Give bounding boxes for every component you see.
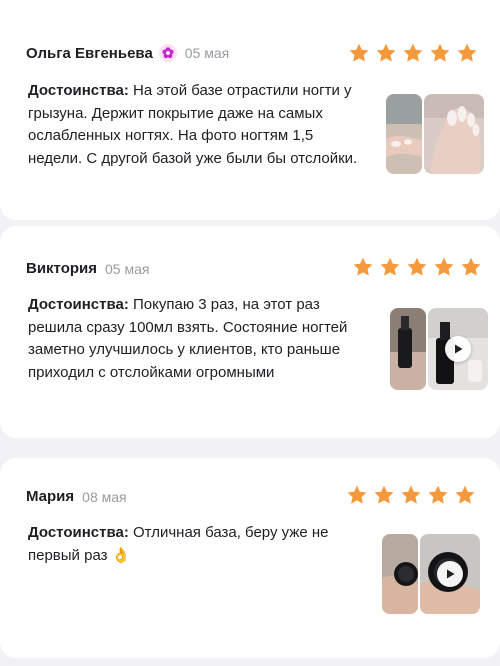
review-card: Виктория 05 мая Достоинства: Покупаю 3 р… bbox=[0, 226, 500, 438]
review-video-thumbnail[interactable] bbox=[428, 308, 488, 390]
star-icon bbox=[461, 257, 481, 276]
star-icon bbox=[349, 43, 369, 62]
star-icon bbox=[401, 485, 421, 504]
review-text: Достоинства: На этой базе отрастили ногт… bbox=[28, 80, 368, 170]
author-name[interactable]: Виктория bbox=[26, 260, 97, 277]
review-photo-thumbnail[interactable] bbox=[382, 534, 418, 614]
review-photo-thumbnail[interactable] bbox=[390, 308, 426, 390]
pros-label: Достоинства: bbox=[28, 82, 129, 99]
pros-label: Достоинства: bbox=[28, 524, 129, 541]
review-card: Мария 08 мая Достоинства: Отличная база,… bbox=[0, 458, 500, 658]
star-icon bbox=[407, 257, 427, 276]
star-icon bbox=[374, 485, 394, 504]
review-header: Виктория 05 мая bbox=[26, 260, 149, 277]
star-icon bbox=[455, 485, 475, 504]
review-date: 05 мая bbox=[184, 45, 230, 61]
rating-stars bbox=[352, 256, 482, 278]
star-icon bbox=[347, 485, 367, 504]
review-text: Достоинства: Покупаю 3 раз, на этот раз … bbox=[28, 294, 368, 384]
star-icon bbox=[457, 43, 477, 62]
review-date: 05 мая bbox=[105, 260, 150, 277]
author-name[interactable]: Ольга Евгеньева bbox=[26, 45, 153, 62]
author-name[interactable]: Мария bbox=[26, 488, 74, 505]
review-date: 08 мая bbox=[82, 488, 127, 505]
star-icon bbox=[430, 43, 450, 62]
rating-stars bbox=[346, 484, 476, 506]
flower-badge-icon bbox=[158, 44, 177, 62]
play-icon[interactable] bbox=[445, 336, 471, 362]
star-icon bbox=[403, 43, 423, 62]
review-video-thumbnail[interactable] bbox=[420, 534, 480, 614]
review-text: Достоинства: Отличная база, беру уже не … bbox=[28, 522, 368, 567]
star-icon bbox=[434, 257, 454, 276]
play-icon[interactable] bbox=[437, 561, 463, 587]
star-icon bbox=[428, 485, 448, 504]
pros-label: Достоинства: bbox=[28, 296, 129, 313]
star-icon bbox=[380, 257, 400, 276]
review-photo-thumbnail[interactable] bbox=[386, 94, 422, 174]
review-header: Ольга Евгеньева 05 мая bbox=[26, 44, 229, 62]
review-card: Ольга Евгеньева 05 мая Достоинства: На э… bbox=[0, 0, 500, 220]
star-icon bbox=[376, 43, 396, 62]
rating-stars bbox=[348, 42, 478, 64]
star-icon bbox=[353, 257, 373, 276]
review-photo-thumbnail[interactable] bbox=[424, 94, 484, 174]
ok-hand-emoji: 👌 bbox=[111, 546, 131, 564]
review-header: Мария 08 мая bbox=[26, 488, 127, 505]
